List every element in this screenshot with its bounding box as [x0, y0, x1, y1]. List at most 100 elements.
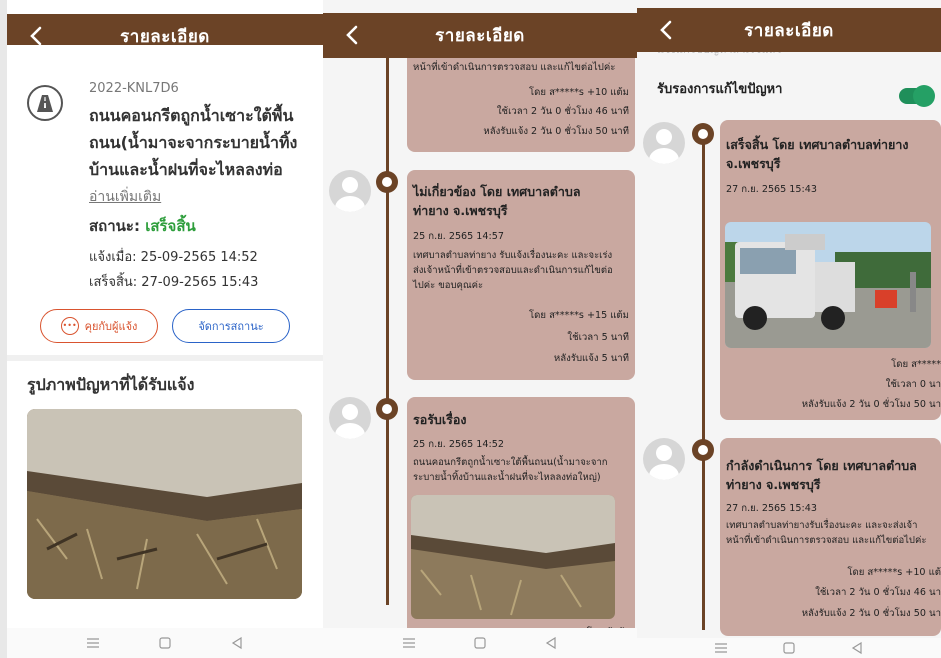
report-topic: ถนนคอนกรีตถูกน้ำเซาะใต้พื้น ถนน(น้ำมาจะจ… — [89, 102, 319, 183]
timeline-dot — [376, 398, 398, 420]
card-points: โดย ส*****s +10 แต้ — [847, 567, 941, 578]
manage-status-button[interactable]: จัดการสถานะ — [172, 309, 290, 343]
screens-collage: รายละเอียด 2022-KNL7D6 ถนนคอนกรีตถูกน้ำเ… — [0, 0, 941, 658]
photo-section-title: รูปภาพปัญหาที่ได้รับแจ้ง — [27, 375, 195, 394]
card-date: 25 ก.ย. 2565 14:57 — [413, 231, 504, 242]
card-title-line: ไม่เกี่ยวข้อง โดย เทศบาลตำบล — [413, 184, 581, 199]
chevron-left-icon — [30, 26, 42, 46]
topic-line: ถนน(น้ำมาจะจากระบายน้ำทิ้ง — [89, 133, 298, 152]
chevron-left-icon — [346, 25, 358, 45]
problem-photo[interactable] — [27, 409, 302, 599]
card-desc: เทศบาลตำบลท่ายางรับเรื่องนะคะ และจะส่งเจ… — [726, 518, 926, 548]
chat-with-reporter-button[interactable]: ••• คุยกับผู้แจ้ง — [40, 309, 158, 343]
back-triangle-icon[interactable] — [228, 636, 246, 650]
card-after-report: หลังรับแจ้ง 2 วัน 0 ชั่วโมง 50 นา — [801, 608, 941, 619]
home-square-icon[interactable] — [471, 636, 489, 650]
chevron-left-icon — [660, 20, 672, 40]
desc-line: ส่งเจ้าหน้าที่เข้าตรวจสอบและดำเนินการแก้… — [413, 265, 613, 276]
timeline-dot — [692, 439, 714, 461]
system-navbar — [637, 638, 941, 658]
desc-line: หน้าที่เข้าดำเนินการตรวจสอบ และแก้ไขต่อไ… — [726, 535, 927, 546]
page-title: รายละเอียด — [744, 20, 834, 41]
approve-toggle[interactable] — [899, 85, 935, 107]
card-title: รอรับเรื่อง — [413, 412, 467, 427]
desc-line: ระบายน้ำทิ้งบ้านและน้ำฝนที่จะไหลลงท่อใหญ… — [413, 472, 601, 483]
status-line: สถานะ: เสร็จสิ้น — [89, 214, 196, 238]
card-points: โดย ส***** — [891, 359, 941, 370]
card-used-time: ใช้เวลา 2 วัน 0 ชั่วโมง 46 นาที — [496, 106, 629, 117]
menu-icon[interactable] — [84, 636, 102, 650]
card-date: 25 ก.ย. 2565 14:52 — [413, 439, 504, 450]
card-title-line: เสร็จสิ้น โดย เทศบาลตำบลท่ายาง — [726, 137, 909, 152]
card-desc: เทศบาลตำบลท่ายาง รับแจ้งเรื่องนะคะ และจะ… — [413, 248, 613, 293]
topic-line: ถนนคอนกรีตถูกน้ำเซาะใต้พื้น — [89, 106, 294, 125]
card-date: 27 ก.ย. 2565 15:43 — [726, 503, 817, 514]
desc-line: เทศบาลตำบลท่ายาง รับแจ้งเรื่องนะคะ และจะ… — [413, 250, 613, 261]
card-title: ไม่เกี่ยวข้อง โดย เทศบาลตำบล ท่ายาง จ.เพ… — [413, 182, 581, 220]
avatar — [329, 170, 371, 212]
back-button[interactable] — [337, 20, 367, 50]
home-square-icon[interactable] — [780, 641, 798, 655]
card-date: 27 ก.ย. 2565 15:43 — [726, 184, 817, 195]
timeline-card: เสร็จสิ้น โดย เทศบาลตำบลท่ายาง จ.เพชรบุร… — [720, 120, 941, 420]
read-more-link[interactable]: อ่านเพิ่มเติม — [89, 186, 161, 208]
timeline-card: รอรับเรื่อง 25 ก.ย. 2565 14:52 ถนนคอนกรี… — [407, 397, 635, 637]
desc-line: ไปค่ะ ขอบคุณค่ะ — [413, 280, 484, 291]
status-badge: เสร็จสิ้น — [145, 217, 196, 235]
card-after-report: หลังรับแจ้ง 5 นาที — [553, 353, 629, 364]
status-label: สถานะ: — [89, 217, 140, 235]
screen-detail: รายละเอียด 2022-KNL7D6 ถนนคอนกรีตถูกน้ำเ… — [7, 0, 323, 658]
card-title-line: ท่ายาง จ.เพชรบุรี — [413, 203, 508, 218]
avatar — [643, 438, 685, 480]
chat-bubble-icon: ••• — [60, 317, 79, 335]
section-divider — [7, 355, 323, 361]
timeline-dot — [692, 123, 714, 145]
truck-photo[interactable] — [725, 222, 931, 348]
report-summary: 2022-KNL7D6 ถนนคอนกรีตถูกน้ำเซาะใต้พื้น … — [7, 45, 323, 355]
topic-line: บ้านและน้ำฝนที่จะไหลลงท่อ — [89, 160, 283, 179]
system-navbar — [7, 628, 323, 658]
back-triangle-icon[interactable] — [848, 641, 866, 655]
top-bar: รายละเอียด — [637, 8, 941, 52]
card-after-report: หลังรับแจ้ง 2 วัน 0 ชั่วโมง 50 นาที — [483, 126, 629, 137]
menu-icon[interactable] — [400, 636, 418, 650]
desc-line: เทศบาลตำบลท่ายางรับเรื่องนะคะ และจะส่งเจ… — [726, 520, 918, 531]
card-title-line: จ.เพชรบุรี — [726, 156, 781, 171]
timeline-dot — [376, 171, 398, 193]
card-title: เสร็จสิ้น โดย เทศบาลตำบลท่ายาง จ.เพชรบุร… — [726, 135, 908, 173]
screen-approval: แจ้งแก้ไขปัญหาสำเร็จแล้ว รับรองการแก้ไขป… — [637, 0, 941, 658]
card-desc: หน้าที่เข้าดำเนินการตรวจสอบ และแก้ไขต่อไ… — [413, 62, 616, 73]
finished-date: เสร็จสิ้น: 27-09-2565 15:43 — [89, 275, 259, 290]
chat-button-label: คุยกับผู้แจ้ง — [84, 320, 138, 333]
timeline-card: กำลังดำเนินการ โดย เทศบาลตำบล ท่ายาง จ.เ… — [720, 438, 941, 636]
back-button[interactable] — [651, 15, 681, 45]
card-desc: ถนนคอนกรีตถูกน้ำเซาะใต้พื้นถนน(น้ำมาจะจา… — [413, 455, 608, 485]
timeline-line — [386, 45, 389, 605]
card-used-time: ใช้เวลา 0 นา — [885, 379, 941, 390]
approve-label: รับรองการแก้ไขปัญหา — [657, 82, 783, 97]
card-used-time: ใช้เวลา 2 วัน 0 ชั่วโมง 46 นา — [815, 587, 941, 598]
card-used-time: ใช้เวลา 5 นาที — [567, 332, 629, 343]
menu-icon[interactable] — [712, 641, 730, 655]
card-after-report: หลังรับแจ้ง 2 วัน 0 ชั่วโมง 50 นา — [801, 399, 941, 410]
screen-timeline: หน้าที่เข้าดำเนินการตรวจสอบ และแก้ไขต่อไ… — [323, 0, 637, 658]
card-points: โดย ส*****s +10 แต้ม — [529, 87, 629, 98]
page-title: รายละเอียด — [435, 26, 525, 46]
reported-date: แจ้งเมื่อ: 25-09-2565 14:52 — [89, 250, 258, 265]
card-title-line: ท่ายาง จ.เพชรบุรี — [726, 477, 821, 492]
card-title: กำลังดำเนินการ โดย เทศบาลตำบล ท่ายาง จ.เ… — [726, 456, 917, 494]
avatar — [643, 122, 685, 164]
back-triangle-icon[interactable] — [542, 636, 560, 650]
card-title-line: กำลังดำเนินการ โดย เทศบาลตำบล — [726, 458, 917, 473]
desc-line: ถนนคอนกรีตถูกน้ำเซาะใต้พื้นถนน(น้ำมาจะจา… — [413, 457, 608, 468]
road-category-icon — [27, 85, 63, 121]
top-bar: รายละเอียด — [323, 13, 637, 58]
timeline-line — [702, 130, 705, 630]
home-square-icon[interactable] — [156, 636, 174, 650]
manage-button-label: จัดการสถานะ — [198, 320, 264, 333]
attached-photo[interactable] — [411, 495, 615, 619]
system-navbar — [323, 628, 637, 658]
timeline-card: ไม่เกี่ยวข้อง โดย เทศบาลตำบล ท่ายาง จ.เพ… — [407, 170, 635, 380]
timeline-card: หน้าที่เข้าดำเนินการตรวจสอบ และแก้ไขต่อไ… — [407, 44, 635, 152]
ticket-code: 2022-KNL7D6 — [89, 81, 179, 96]
